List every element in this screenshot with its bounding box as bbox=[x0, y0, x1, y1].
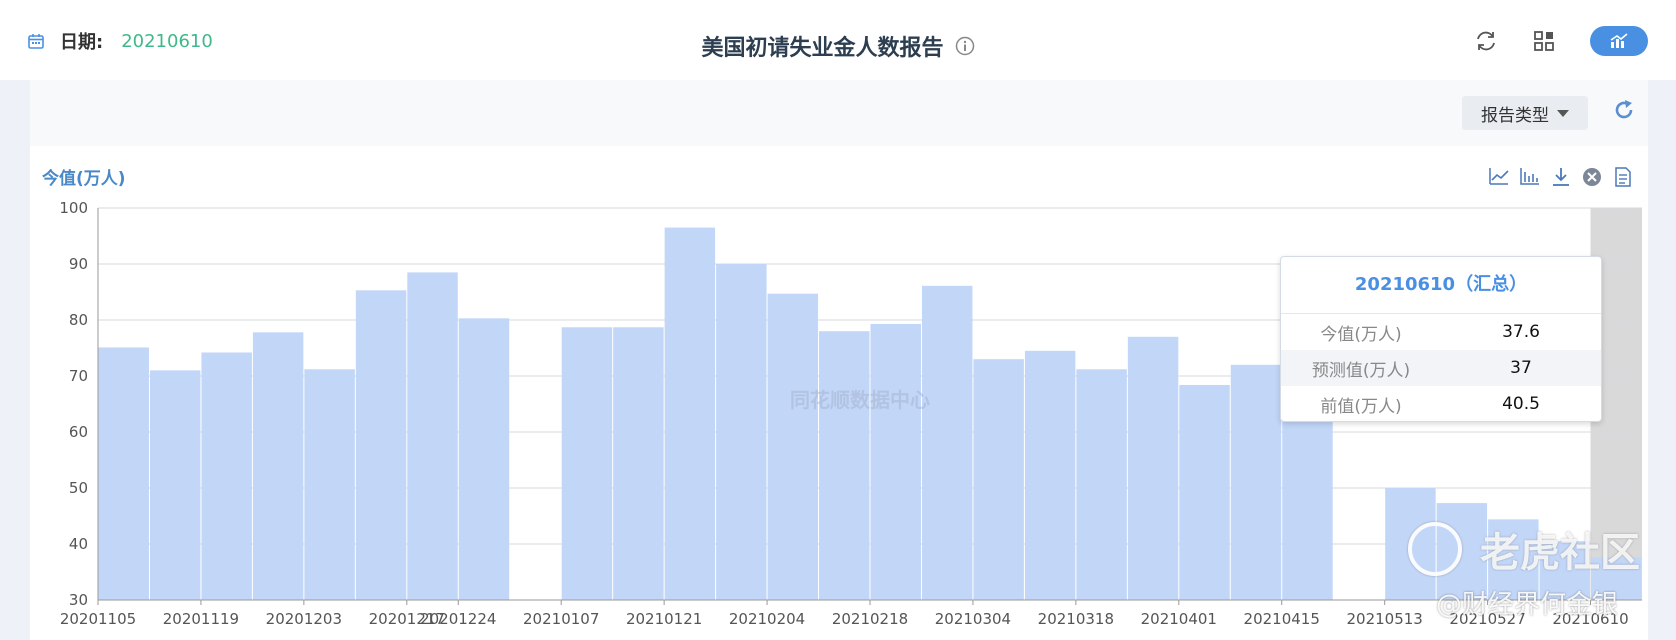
bar bbox=[149, 370, 201, 600]
bar bbox=[355, 290, 407, 600]
tooltip-row-value: 40.5 bbox=[1502, 394, 1540, 414]
x-tick-label: 20201119 bbox=[163, 610, 239, 628]
tooltip-row-label: 前值(万人) bbox=[1320, 396, 1402, 417]
bar bbox=[458, 318, 510, 600]
bar bbox=[716, 264, 767, 600]
bar bbox=[1179, 384, 1230, 600]
x-tick-label: 20201105 bbox=[60, 610, 136, 628]
tooltip-row-value: 37 bbox=[1510, 358, 1532, 378]
x-tick-label: 20201224 bbox=[420, 610, 496, 628]
bar bbox=[98, 347, 149, 600]
y-tick-label: 40 bbox=[69, 535, 88, 553]
x-tick-label: 20210204 bbox=[729, 610, 805, 628]
bar bbox=[561, 327, 613, 600]
brand-watermark-text: 老虎社区 bbox=[1480, 530, 1640, 576]
tooltip-row: 预测值(万人) 37 bbox=[1281, 350, 1601, 386]
bar bbox=[1230, 364, 1282, 600]
bar bbox=[973, 359, 1024, 600]
y-tick-label: 100 bbox=[59, 199, 88, 217]
bar bbox=[664, 227, 716, 600]
tooltip-row: 今值(万人) 37.6 bbox=[1281, 314, 1601, 350]
center-watermark: 同花顺数据中心 bbox=[790, 388, 930, 412]
bar bbox=[304, 369, 355, 600]
x-tick-label: 20210121 bbox=[626, 610, 702, 628]
bar bbox=[252, 332, 304, 600]
tooltip-row-value: 37.6 bbox=[1502, 322, 1540, 342]
data-tooltip: 20210610（汇总） 今值(万人) 37.6 预测值(万人) 37 前值(万… bbox=[1280, 256, 1602, 422]
x-tick-label: 20210318 bbox=[1038, 610, 1114, 628]
x-tick-label: 20201203 bbox=[266, 610, 342, 628]
bar bbox=[201, 352, 252, 600]
x-tick-label: 20210304 bbox=[935, 610, 1011, 628]
tooltip-row: 前值(万人) 40.5 bbox=[1281, 386, 1601, 422]
y-tick-label: 90 bbox=[69, 255, 88, 273]
tooltip-row-label: 今值(万人) bbox=[1320, 324, 1402, 345]
bar bbox=[407, 272, 458, 600]
x-tick-label: 20210218 bbox=[832, 610, 908, 628]
bar bbox=[1127, 336, 1179, 600]
bar bbox=[767, 293, 819, 600]
tooltip-title: 20210610（汇总） bbox=[1281, 257, 1601, 314]
bar bbox=[819, 331, 870, 600]
y-tick-label: 50 bbox=[69, 479, 88, 497]
tooltip-row-label: 预测值(万人) bbox=[1311, 360, 1411, 381]
x-tick-label: 20210107 bbox=[523, 610, 599, 628]
bar bbox=[613, 327, 664, 600]
bar bbox=[921, 285, 973, 600]
x-tick-label: 20210401 bbox=[1141, 610, 1217, 628]
y-tick-label: 30 bbox=[69, 591, 88, 609]
x-tick-label: 20210415 bbox=[1244, 610, 1320, 628]
y-tick-label: 60 bbox=[69, 423, 88, 441]
author-watermark: @财经界何金银 bbox=[1436, 590, 1619, 620]
brand-watermark: 老虎社区 bbox=[1408, 520, 1640, 578]
x-tick-label: 20210513 bbox=[1346, 610, 1422, 628]
brand-logo-icon bbox=[1408, 522, 1462, 576]
y-tick-label: 80 bbox=[69, 311, 88, 329]
y-tick-label: 70 bbox=[69, 367, 88, 385]
bar bbox=[1024, 350, 1076, 600]
bar bbox=[870, 323, 921, 600]
bar bbox=[1076, 369, 1127, 600]
